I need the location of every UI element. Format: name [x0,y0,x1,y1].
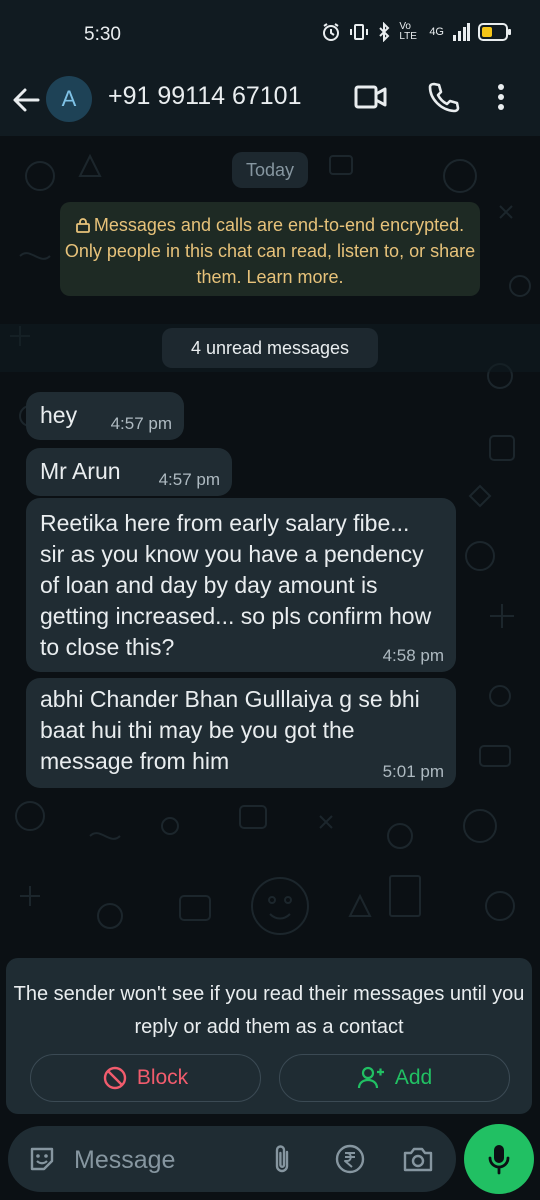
lock-icon [75,218,90,233]
back-arrow-icon[interactable] [8,82,44,118]
status-bar: 5:30 Vo LTE 4G [0,0,540,70]
avatar[interactable]: A [46,76,92,122]
message-time: 5:01 pm [382,762,444,781]
message-composer [8,1126,456,1192]
message-text: hey [40,402,78,428]
add-label: Add [394,1066,433,1089]
message-time: 4:57 pm [110,414,172,433]
chat-header: A +91 99114 67101 [0,70,540,136]
attach-icon[interactable] [270,1144,296,1174]
network-label: 4G [429,26,444,38]
vibrate-icon [350,24,369,40]
notice-text: The sender won't see if you read their m… [13,983,525,1038]
status-icons: Vo LTE 4G [321,22,512,42]
phone-icon[interactable] [426,80,460,114]
message-bubble[interactable]: hey 4:57 pm [26,392,184,440]
more-vert-icon[interactable] [494,82,508,112]
message-text: Mr Arun [40,458,121,484]
volte-label: Vo LTE [399,21,417,42]
camera-icon[interactable] [402,1144,434,1174]
status-time: 5:30 [84,24,121,45]
block-label: Block [136,1066,189,1089]
video-call-icon[interactable] [354,82,388,112]
alarm-icon [323,23,340,41]
message-input[interactable] [72,1138,256,1182]
signal-icon [453,23,470,41]
date-separator: Today [232,152,308,188]
mic-icon [488,1145,510,1175]
unread-indicator: 4 unread messages [162,328,378,368]
block-icon [103,1066,127,1090]
message-time: 4:58 pm [382,646,444,665]
encryption-notice[interactable]: Messages and calls are end-to-end encryp… [60,202,480,296]
contact-name[interactable]: +91 99114 67101 [108,82,301,111]
encryption-text: Messages and calls are end-to-end encryp… [64,215,476,287]
message-bubble[interactable]: Reetika here from early salary fibe... s… [26,498,456,672]
message-bubble[interactable]: abhi Chander Bhan Gulllaiya g se bhi baa… [26,678,456,788]
battery-icon [478,23,511,41]
mic-button[interactable] [464,1124,534,1194]
add-contact-button[interactable]: Add [279,1054,510,1102]
message-time: 4:57 pm [158,470,220,489]
add-contact-icon [357,1066,384,1089]
message-text: abhi Chander Bhan Gulllaiya g se bhi baa… [40,686,420,774]
message-bubble[interactable]: Mr Arun 4:57 pm [26,448,232,496]
bluetooth-icon [379,22,390,42]
block-button[interactable]: Block [30,1054,261,1102]
rupee-icon[interactable] [335,1144,365,1174]
message-text: Reetika here from early salary fibe... s… [40,510,432,660]
sticker-icon[interactable] [28,1145,56,1173]
